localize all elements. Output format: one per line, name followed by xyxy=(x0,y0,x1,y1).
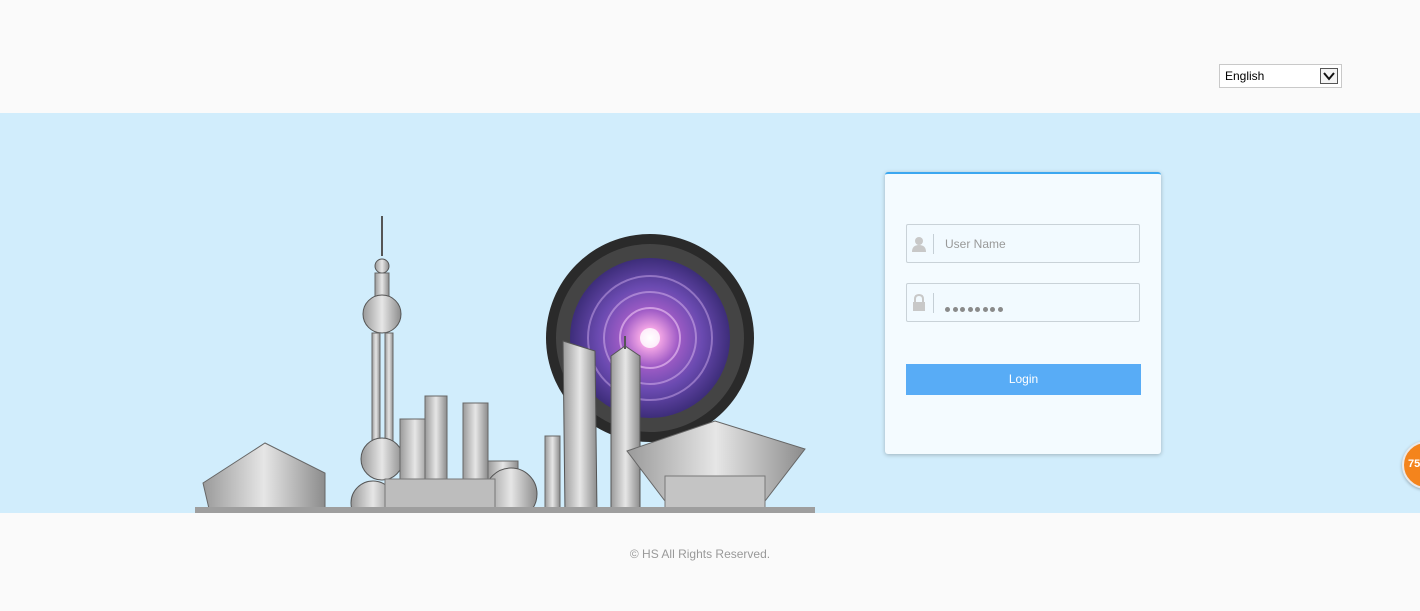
field-separator xyxy=(933,234,934,254)
login-panel: User Name Login xyxy=(885,172,1161,454)
user-icon xyxy=(912,237,926,252)
password-dot xyxy=(997,307,1003,312)
lock-icon xyxy=(913,293,925,311)
password-dot xyxy=(945,307,950,312)
password-dot xyxy=(975,307,980,312)
password-masked-value xyxy=(945,299,1005,317)
username-field[interactable]: User Name xyxy=(906,224,1140,263)
banner: User Name Login xyxy=(0,113,1420,513)
language-select[interactable]: English xyxy=(1219,64,1342,88)
language-select-value: English xyxy=(1225,69,1265,83)
header: English xyxy=(0,0,1420,113)
copyright-text: © HS All Rights Reserved. xyxy=(629,547,771,561)
password-field[interactable] xyxy=(906,283,1140,322)
password-dot xyxy=(967,307,973,312)
field-separator xyxy=(933,293,934,313)
login-button[interactable]: Login xyxy=(906,364,1141,395)
password-dot xyxy=(960,307,965,312)
username-placeholder: User Name xyxy=(945,237,1006,251)
password-dot xyxy=(990,307,995,312)
password-dot xyxy=(952,307,958,312)
password-dot xyxy=(982,307,988,312)
city-camera-illustration xyxy=(195,216,815,513)
badge-value: 75 xyxy=(1408,458,1420,470)
chevron-down-icon[interactable] xyxy=(1320,68,1338,84)
